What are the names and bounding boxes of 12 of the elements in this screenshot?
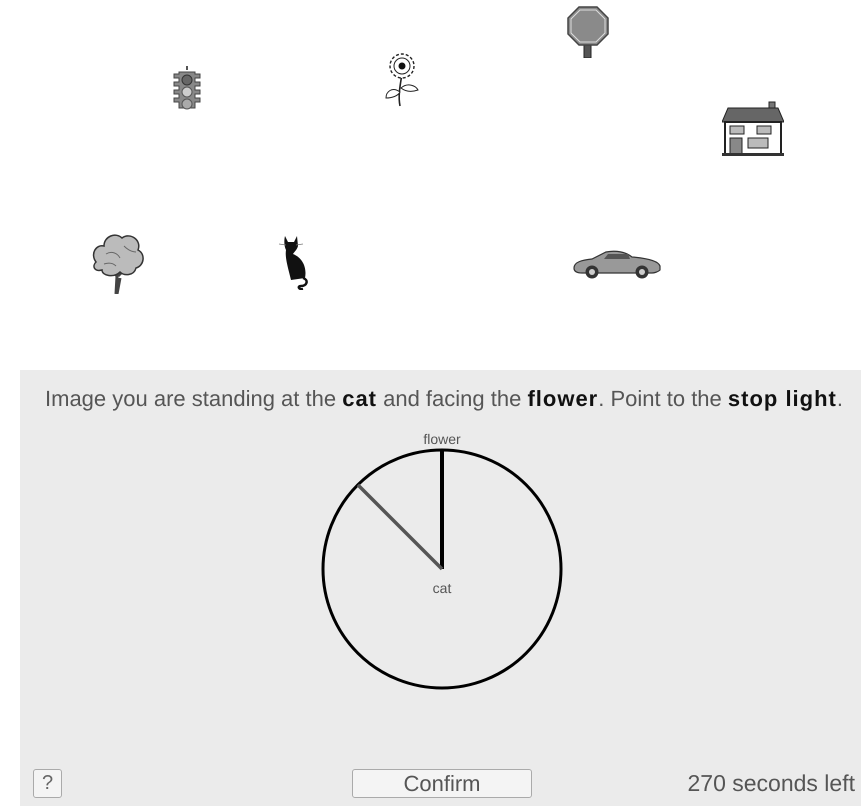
timer-text: 270 seconds left xyxy=(687,770,855,797)
tree-icon xyxy=(90,232,146,294)
center-label: cat xyxy=(432,580,452,596)
house-icon xyxy=(722,100,784,156)
flower-icon xyxy=(384,52,420,108)
facing-label: flower xyxy=(423,431,461,447)
help-button[interactable]: ? xyxy=(33,769,62,798)
car-icon xyxy=(572,250,662,280)
instruction-text: Image you are standing at the cat and facing the flower. Point to the stop light. xyxy=(44,385,844,413)
dial-circle[interactable] xyxy=(322,448,562,690)
stop-sign-icon xyxy=(567,6,609,58)
confirm-button[interactable]: Confirm xyxy=(352,769,532,798)
